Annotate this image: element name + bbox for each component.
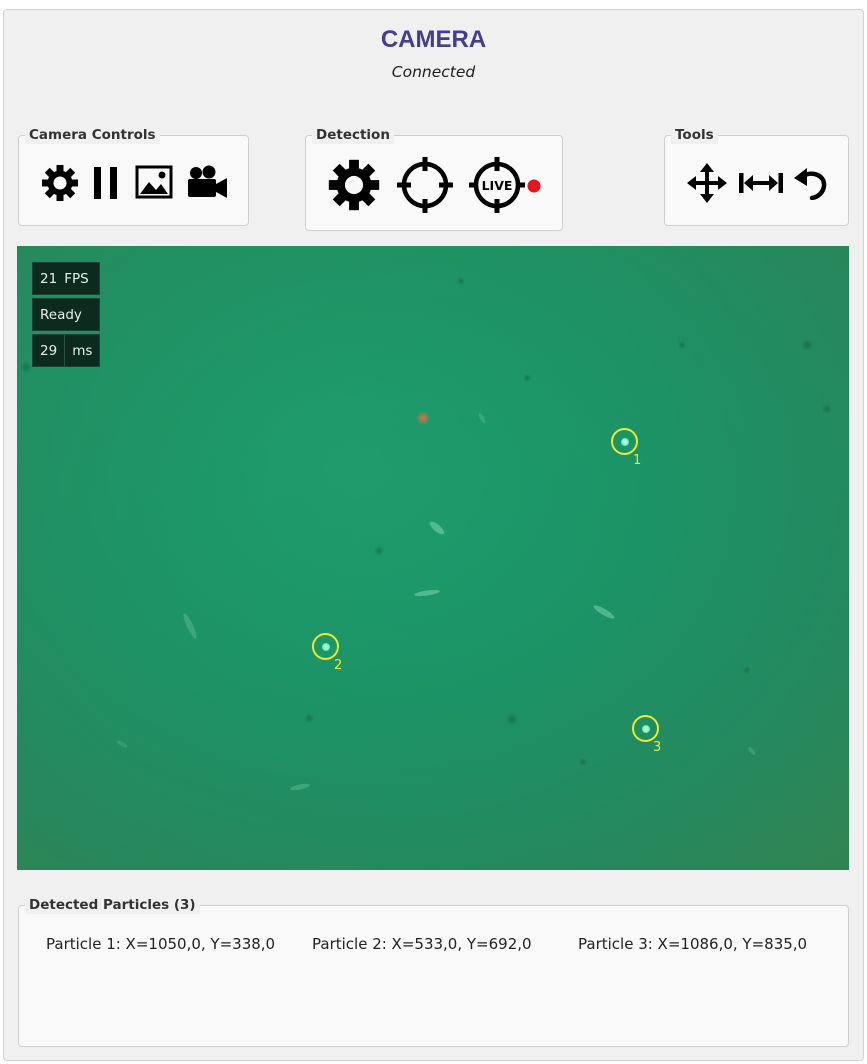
detection-settings-button[interactable]: [326, 157, 382, 213]
latency-readout: 29 ms: [32, 334, 100, 367]
latency-unit: ms: [72, 342, 93, 359]
page-title: CAMERA: [380, 26, 487, 53]
particle-marker-label-1: 1: [633, 453, 642, 468]
camera-feed: [17, 246, 849, 870]
gear-icon: [328, 159, 380, 211]
particle-marker-3[interactable]: [632, 715, 659, 742]
particle-marker-2[interactable]: [312, 633, 339, 660]
detected-particles-group: Detected Particles (3) Particle 1: X=105…: [18, 896, 849, 1047]
undo-icon: [794, 168, 827, 200]
horizontal-fit-icon: [739, 173, 783, 193]
crosshair-live-icon: LIVE: [469, 157, 541, 213]
particle-dot: [322, 643, 330, 651]
camera-viewer[interactable]: 21 FPS Ready 29 ms 1 2 3: [17, 246, 849, 870]
image-icon: [135, 165, 173, 199]
live-indicator-dot: [527, 179, 541, 193]
pan-tool-button[interactable]: [686, 162, 728, 204]
particle-item-1: Particle 1: X=1050,0, Y=338,0: [46, 935, 276, 953]
camera-controls-label: Camera Controls: [25, 126, 160, 144]
detect-once-button[interactable]: [395, 155, 455, 215]
move-arrows-icon: [687, 163, 727, 203]
detection-group: Detection LIVE: [305, 126, 563, 231]
state-text: Ready: [40, 306, 82, 323]
crosshair-icon: [397, 157, 453, 213]
live-text: LIVE: [482, 178, 513, 193]
connection-status: Connected: [391, 63, 476, 81]
record-video-button[interactable]: [185, 164, 229, 200]
fit-width-button[interactable]: [738, 170, 784, 196]
state-readout: Ready: [32, 298, 100, 331]
latency-value: 29: [40, 342, 58, 359]
particle-dot: [621, 438, 629, 446]
particle-item-2: Particle 2: X=533,0, Y=692,0: [312, 935, 532, 953]
camera-settings-button[interactable]: [40, 163, 80, 203]
snapshot-button[interactable]: [135, 165, 173, 199]
pause-button[interactable]: [91, 165, 121, 201]
fps-value: 21: [40, 270, 58, 287]
particle-dot: [642, 725, 650, 733]
tools-label: Tools: [671, 126, 718, 144]
pause-icon: [94, 167, 117, 199]
video-camera-icon: [188, 165, 227, 198]
particle-marker-label-2: 2: [334, 658, 343, 673]
fps-unit: FPS: [64, 270, 89, 287]
live-detection-button[interactable]: LIVE: [467, 155, 545, 215]
particle-marker-label-3: 3: [653, 740, 662, 755]
undo-button[interactable]: [792, 166, 828, 200]
particle-marker-1[interactable]: [611, 428, 638, 455]
detection-label: Detection: [312, 126, 394, 144]
gear-icon: [42, 165, 78, 201]
particle-item-3: Particle 3: X=1086,0, Y=835,0: [578, 935, 808, 953]
tools-group: Tools: [664, 126, 849, 226]
fps-readout: 21 FPS: [32, 262, 100, 295]
camera-controls-group: Camera Controls: [18, 126, 249, 226]
detected-particles-label: Detected Particles (3): [25, 896, 200, 914]
